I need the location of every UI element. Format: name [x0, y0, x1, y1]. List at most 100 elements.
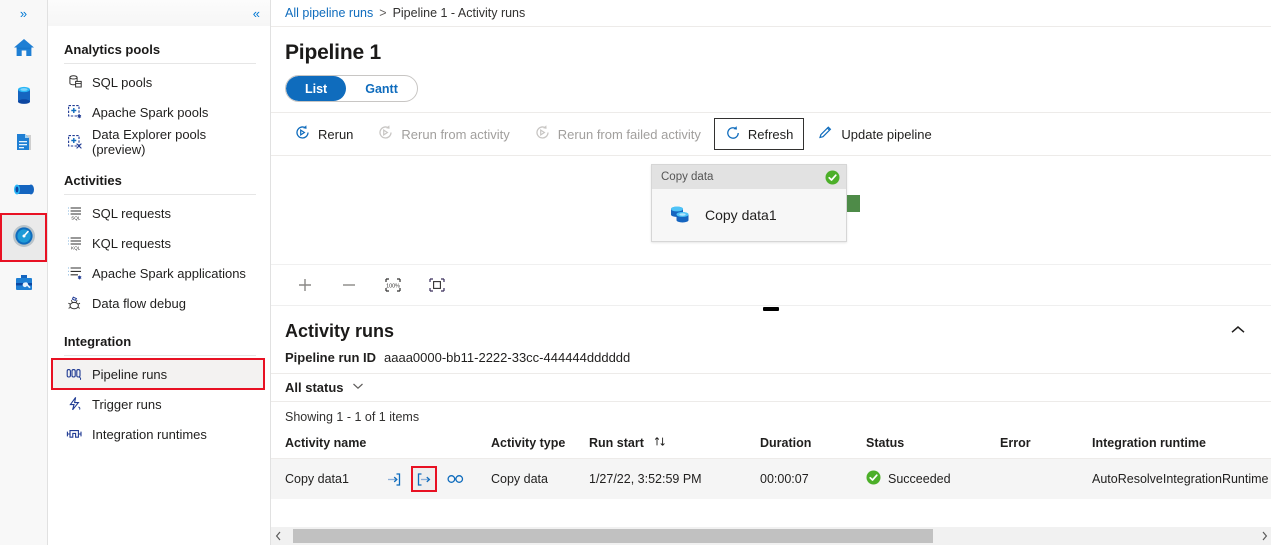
collapse-chevron-up-icon[interactable]	[1229, 324, 1257, 339]
splitter-grip[interactable]	[763, 307, 779, 311]
status-success-icon	[866, 470, 881, 488]
zoom-in-icon[interactable]	[293, 273, 317, 297]
nav-section-title: Integration	[64, 334, 132, 349]
rail-item-monitor[interactable]	[0, 213, 47, 262]
cell-activity-name: Copy data1	[271, 459, 491, 500]
cell-duration: 00:00:07	[760, 472, 809, 486]
scrollbar-thumb[interactable]	[293, 529, 933, 543]
sidebar-item-sql-pools[interactable]: SQL pools	[48, 67, 270, 97]
breadcrumb-all-pipeline-runs[interactable]: All pipeline runs	[285, 6, 373, 20]
column-header-run-start[interactable]: Run start	[589, 428, 760, 459]
details-icon[interactable]	[445, 469, 465, 489]
scroll-right-icon[interactable]	[1257, 527, 1271, 545]
document-icon	[12, 130, 36, 157]
input-icon[interactable]	[383, 469, 403, 489]
rail-item-develop[interactable]	[1, 120, 46, 167]
activity-node-output-port[interactable]	[847, 195, 860, 212]
refresh-label: Refresh	[747, 126, 794, 142]
rerun-button[interactable]: Rerun	[283, 118, 364, 150]
canvas-splitter[interactable]	[271, 305, 1271, 315]
data-flow-debug-icon	[66, 295, 83, 312]
sidebar-header: «	[48, 0, 270, 26]
rerun-from-failed-activity-button[interactable]: Rerun from failed activity	[523, 118, 712, 150]
kql-requests-icon: KQL	[66, 235, 83, 252]
horizontal-scrollbar[interactable]	[271, 527, 1271, 545]
sidebar-item-kql-requests[interactable]: KQL KQL requests	[48, 228, 270, 258]
status-filter-dropdown[interactable]: All status	[285, 380, 364, 395]
column-header-status[interactable]: Status	[866, 428, 1000, 459]
sidebar-item-label: SQL pools	[92, 74, 153, 90]
divider	[64, 355, 256, 356]
rail-item-home[interactable]	[1, 26, 46, 73]
pipeline-run-id-row: Pipeline run ID aaaa0000-bb11-2222-33cc-…	[271, 344, 1271, 373]
tab-list[interactable]: List	[286, 76, 347, 101]
tab-gantt[interactable]: Gantt	[346, 76, 417, 101]
refresh-button[interactable]: Refresh	[713, 118, 805, 150]
rail-expand-button[interactable]: »	[0, 0, 47, 26]
view-toggle-wrapper: List Gantt	[271, 75, 1271, 112]
zoom-to-fit-icon[interactable]	[425, 273, 449, 297]
pipeline-runs-icon	[66, 366, 83, 383]
activity-runs-table: Activity name Activity type Run start Du…	[271, 428, 1271, 499]
rail-item-manage[interactable]	[1, 261, 46, 308]
pipeline-canvas[interactable]: Copy data Copy data1	[271, 156, 1271, 264]
sidebar-item-pipeline-runs[interactable]: Pipeline runs	[51, 358, 265, 390]
database-icon	[12, 83, 36, 110]
sidebar-item-data-flow-debug[interactable]: Data flow debug	[48, 288, 270, 318]
activity-node-body: Copy data1	[652, 189, 846, 241]
rail-item-data[interactable]	[1, 73, 46, 120]
divider	[64, 63, 256, 64]
breadcrumb-current: Pipeline 1 - Activity runs	[392, 6, 526, 20]
activity-node-copy-data1[interactable]: Copy data Copy data1	[651, 164, 847, 242]
rail-item-integrate[interactable]	[1, 167, 46, 214]
sidebar-item-trigger-runs[interactable]: Trigger runs	[48, 389, 270, 419]
svg-text:KQL: KQL	[71, 245, 81, 250]
sidebar-item-integration-runtimes[interactable]: Integration runtimes	[48, 419, 270, 449]
zoom-to-100-icon[interactable]: 100%	[381, 273, 405, 297]
cell-run-start: 1/27/22, 3:52:59 PM	[589, 472, 702, 486]
column-header-activity-type[interactable]: Activity type	[491, 428, 589, 459]
nav-section-analytics-pools: Analytics pools SQL pools Apache Spark p…	[48, 26, 270, 157]
spark-pool-icon	[66, 104, 83, 121]
rerun-from-failed-activity-icon	[534, 124, 551, 144]
sql-requests-icon: SQL	[66, 205, 83, 222]
sidebar-item-apache-spark-applications[interactable]: Apache Spark applications	[48, 258, 270, 288]
update-pipeline-button[interactable]: Update pipeline	[806, 118, 942, 150]
pencil-icon	[817, 124, 834, 144]
sidebar-item-apache-spark-pools[interactable]: Apache Spark pools	[48, 97, 270, 127]
output-icon[interactable]	[411, 466, 437, 492]
rerun-from-activity-button[interactable]: Rerun from activity	[366, 118, 520, 150]
column-header-duration[interactable]: Duration	[760, 428, 866, 459]
pipeline-toolbar: Rerun Rerun from activity Rerun from fai…	[271, 112, 1271, 156]
pipeline-run-id-value: aaaa0000-bb11-2222-33cc-444444dddddd	[384, 350, 631, 365]
status-badge: Succeeded	[888, 472, 951, 486]
sidebar-item-data-explorer-pools[interactable]: Data Explorer pools (preview)	[48, 127, 270, 157]
chevron-down-icon	[352, 382, 364, 393]
scroll-left-icon[interactable]	[271, 527, 285, 545]
status-filter-row: All status	[271, 373, 1271, 402]
sidebar-item-label: Apache Spark applications	[92, 265, 246, 281]
activity-runs-title: Activity runs	[285, 321, 395, 341]
data-explorer-pool-icon	[66, 134, 83, 151]
rerun-label: Rerun	[318, 126, 354, 142]
column-header-error[interactable]: Error	[1000, 428, 1092, 459]
sidebar-item-sql-requests[interactable]: SQL SQL requests	[48, 198, 270, 228]
integration-runtimes-icon	[66, 426, 83, 443]
divider	[64, 194, 256, 195]
column-header-activity-name[interactable]: Activity name	[271, 428, 491, 459]
svg-text:100%: 100%	[386, 284, 400, 290]
sidebar-item-label: Apache Spark pools	[92, 104, 209, 120]
activity-runs-table-area: Activity name Activity type Run start Du…	[271, 428, 1271, 545]
canvas-zoom-controls: 100%	[271, 264, 1271, 305]
zoom-out-icon[interactable]	[337, 273, 361, 297]
scrollbar-track[interactable]	[285, 527, 1257, 545]
sidebar-collapse-button[interactable]: «	[253, 6, 260, 21]
home-icon	[12, 36, 36, 63]
activity-node-name: Copy data1	[705, 207, 777, 223]
sidebar-item-label: Data flow debug	[92, 295, 186, 311]
table-row[interactable]: Copy data1 Copy data 1/27/22, 3:52:59 PM…	[271, 458, 1271, 500]
main-content: All pipeline runs > Pipeline 1 - Activit…	[271, 0, 1271, 545]
nav-section-title: Analytics pools	[64, 42, 161, 57]
column-header-integration-runtime[interactable]: Integration runtime	[1092, 428, 1271, 459]
nav-section-integration: Integration Pipeline runs Trigger runs I…	[48, 318, 270, 449]
